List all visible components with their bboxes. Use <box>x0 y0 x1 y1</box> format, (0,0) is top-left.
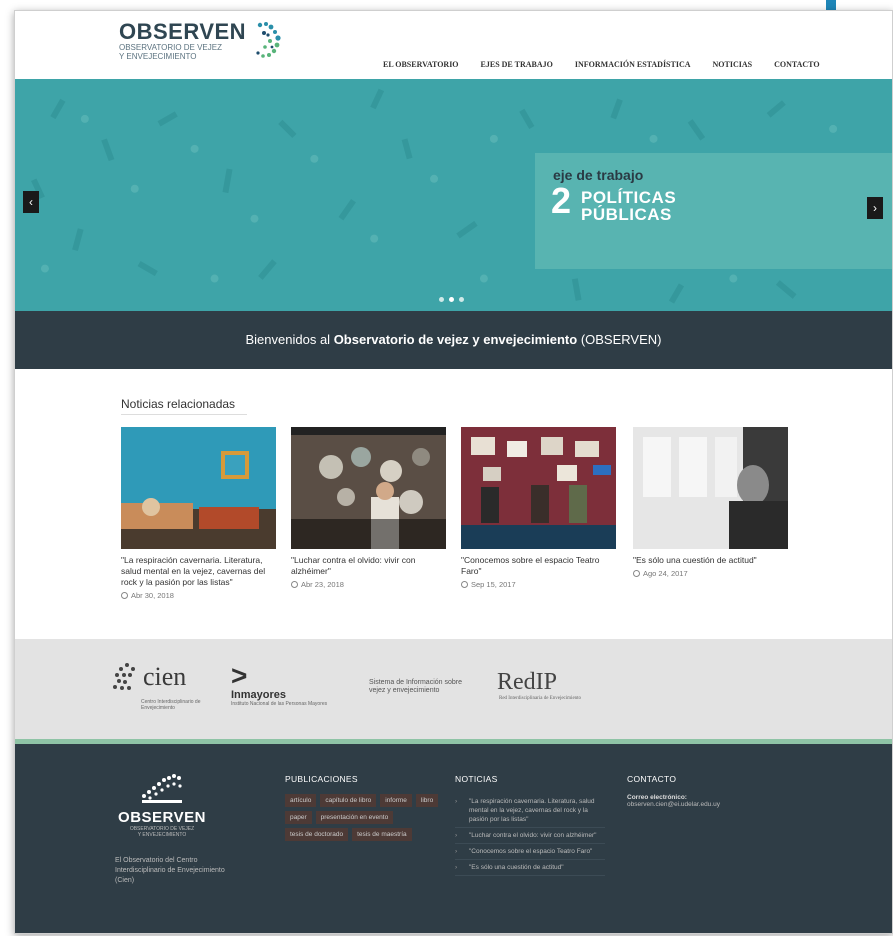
hero-caption-box[interactable]: eje de trabajo 2 POLÍTICAS PÚBLICAS <box>535 153 892 269</box>
news-caption[interactable]: "Luchar contra el olvido: vivir con alzh… <box>291 555 446 577</box>
hero-title-line2: PÚBLICAS <box>581 205 672 224</box>
inmayores-chevron-icon: > <box>231 660 248 691</box>
tag-tesis-de-maestria[interactable]: tesis de maestría <box>352 828 412 841</box>
news-section: Noticias relacionadas "La respiración ca… <box>15 369 892 639</box>
hero-number: 2 <box>551 180 572 221</box>
clock-icon <box>121 592 128 599</box>
footer-news-link[interactable]: "Luchar contra el olvido: vivir con alzh… <box>455 828 605 844</box>
footer-publicaciones: PUBLICACIONES artículo capítulo de libro… <box>285 774 445 841</box>
logo-title: OBSERVEN <box>119 19 247 44</box>
slider-dot-1[interactable] <box>439 297 444 302</box>
news-image[interactable] <box>461 427 616 549</box>
hero-title-line1: POLÍTICAS <box>581 188 677 207</box>
cien-wordmark: cien <box>143 662 187 691</box>
partners-strip: cien Centro Interdisciplinario de Enveje… <box>15 639 892 739</box>
news-caption[interactable]: "Conocemos sobre el espacio Teatro Faro" <box>461 555 616 577</box>
news-date: Ago 24, 2017 <box>633 569 788 578</box>
logo-tagline-1: OBSERVATORIO DE VEJEZ <box>119 43 222 52</box>
nav-el-observatorio[interactable]: EL OBSERVATORIO <box>383 60 459 69</box>
redip-subtitle: Red Interdisciplinaria de Envejecimiento <box>499 696 582 701</box>
footer-news-list: "La respiración cavernaria. Literatura, … <box>455 794 605 876</box>
news-caption[interactable]: "Es sólo una cuestión de actitud" <box>633 555 788 566</box>
nav-noticias[interactable]: NOTICIAS <box>713 60 753 69</box>
site-logo[interactable]: OBSERVEN OBSERVATORIO DE VEJEZ Y ENVEJEC… <box>119 19 284 63</box>
hero-slider: eje de trabajo 2 POLÍTICAS PÚBLICAS ‹ › <box>15 79 892 311</box>
news-image[interactable] <box>291 427 446 549</box>
news-image[interactable] <box>121 427 276 549</box>
footer-brand-name: OBSERVEN <box>118 809 206 826</box>
logo-dots-icon <box>256 22 281 58</box>
browser-page: OBSERVEN OBSERVATORIO DE VEJEZ Y ENVEJEC… <box>14 10 893 934</box>
tag-capitulo-de-libro[interactable]: capítulo de libro <box>320 794 377 807</box>
news-card[interactable]: "La respiración cavernaria. Literatura, … <box>121 427 276 600</box>
contact-email-link[interactable]: observen.cien@ei.udelar.edu.uy <box>627 801 767 808</box>
tag-libro[interactable]: libro <box>415 794 439 807</box>
welcome-banner: Bienvenidos al Observatorio de vejez y e… <box>15 311 892 369</box>
publication-tags: artículo capítulo de libro informe libro… <box>285 794 445 841</box>
slider-dot-2[interactable] <box>449 297 454 302</box>
news-card[interactable]: "Es sólo una cuestión de actitud" Ago 24… <box>633 427 788 578</box>
slider-dot-3[interactable] <box>459 297 464 302</box>
redip-wordmark: RedIP <box>497 669 557 695</box>
footer-news-link[interactable]: "La respiración cavernaria. Literatura, … <box>455 794 605 828</box>
footer-logo-dots-icon <box>142 774 182 803</box>
nav-ejes-de-trabajo[interactable]: EJES DE TRABAJO <box>481 60 553 69</box>
clock-icon <box>291 581 298 588</box>
welcome-prefix: Bienvenidos al <box>245 332 331 347</box>
nav-informacion-estadistica[interactable]: INFORMACIÓN ESTADÍSTICA <box>575 60 691 69</box>
tag-informe[interactable]: informe <box>380 794 412 807</box>
footer-contacto: CONTACTO Correo electrónico: observen.ci… <box>627 774 767 808</box>
inmayores-wordmark: Inmayores <box>231 689 287 701</box>
nav-contacto[interactable]: CONTACTO <box>774 60 820 69</box>
contact-email-label: Correo electrónico: <box>627 794 687 801</box>
tag-tesis-de-doctorado[interactable]: tesis de doctorado <box>285 828 349 841</box>
footer-noticias: NOTICIAS "La respiración cavernaria. Lit… <box>455 774 605 876</box>
cien-subtitle: Centro Interdisciplinario de Envejecimie… <box>141 699 201 711</box>
footer-news-link[interactable]: "Es sólo una cuestión de actitud" <box>455 860 605 876</box>
footer-news-link[interactable]: "Conocemos sobre el espacio Teatro Faro" <box>455 844 605 860</box>
partner-sistema-logo[interactable]: Sistema de Información sobre vejez y env… <box>369 679 479 695</box>
chevron-right-icon: › <box>873 201 877 215</box>
welcome-suffix: (OBSERVEN) <box>580 332 662 347</box>
news-image[interactable] <box>633 427 788 549</box>
tag-presentacion-en-evento[interactable]: presentación en evento <box>315 811 394 824</box>
inmayores-subtitle: Instituto Nacional de las Personas Mayor… <box>231 701 328 707</box>
news-heading: Noticias relacionadas <box>121 397 247 415</box>
chevron-left-icon: ‹ <box>29 195 33 209</box>
logo-tagline-2: Y ENVEJECIMIENTO <box>119 52 197 61</box>
tag-paper[interactable]: paper <box>285 811 312 824</box>
tag-articulo[interactable]: artículo <box>285 794 317 807</box>
slider-dots <box>439 297 464 302</box>
footer-logo[interactable]: OBSERVEN OBSERVATORIO DE VEJEZ Y ENVEJEC… <box>107 770 217 838</box>
footer-brand-tag2: Y ENVEJECIMIENTO <box>137 832 187 838</box>
partner-inmayores-logo[interactable]: > Inmayores Instituto Nacional de las Pe… <box>231 660 328 708</box>
news-caption[interactable]: "La respiración cavernaria. Literatura, … <box>121 555 276 588</box>
contacto-heading: CONTACTO <box>627 774 677 784</box>
noticias-heading: NOTICIAS <box>455 774 498 784</box>
site-header: OBSERVEN OBSERVATORIO DE VEJEZ Y ENVEJEC… <box>15 11 892 79</box>
partner-redip-logo[interactable]: RedIP Red Interdisciplinaria de Envejeci… <box>497 669 581 702</box>
news-date: Sep 15, 2017 <box>461 580 616 589</box>
news-date: Abr 30, 2018 <box>121 591 276 600</box>
footer-description: El Observatorio del Centro Interdiscipli… <box>115 857 225 884</box>
news-date: Abr 23, 2018 <box>291 580 446 589</box>
welcome-bold: Observatorio de vejez y envejecimiento <box>333 332 578 347</box>
news-card[interactable]: "Conocemos sobre el espacio Teatro Faro"… <box>461 427 616 589</box>
news-card[interactable]: "Luchar contra el olvido: vivir con alzh… <box>291 427 446 589</box>
slider-next-button[interactable]: › <box>867 197 883 219</box>
partner-cien-logo[interactable]: cien Centro Interdisciplinario de Enveje… <box>111 661 200 711</box>
clock-icon <box>633 570 640 577</box>
clock-icon <box>461 581 468 588</box>
main-nav: EL OBSERVATORIO EJES DE TRABAJO INFORMAC… <box>383 60 842 69</box>
slider-prev-button[interactable]: ‹ <box>23 191 39 213</box>
publicaciones-heading: PUBLICACIONES <box>285 774 358 784</box>
cien-dots-icon <box>113 663 135 690</box>
site-footer: OBSERVEN OBSERVATORIO DE VEJEZ Y ENVEJEC… <box>15 744 892 933</box>
